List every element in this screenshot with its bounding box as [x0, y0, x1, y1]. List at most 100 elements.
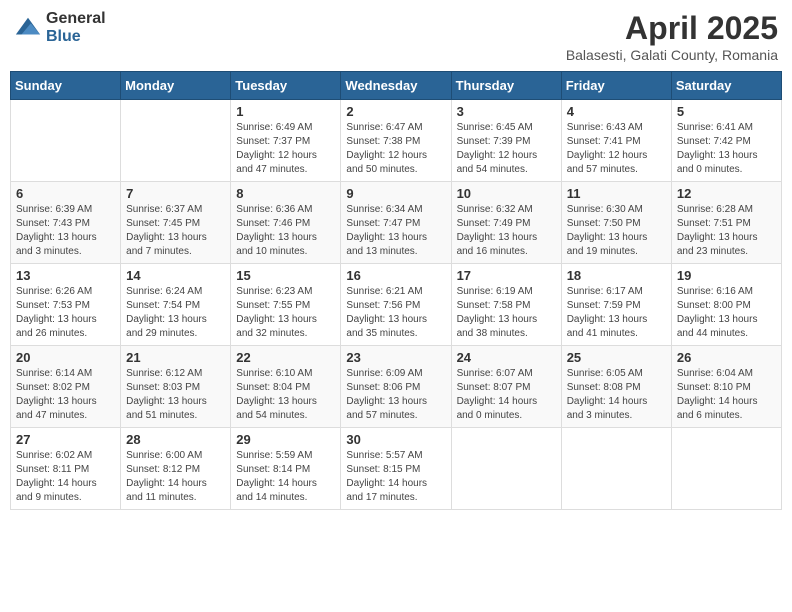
calendar-cell: 24 Sunrise: 6:07 AM Sunset: 8:07 PM Dayli… — [451, 346, 561, 428]
calendar-cell: 3 Sunrise: 6:45 AM Sunset: 7:39 PM Daylig… — [451, 100, 561, 182]
day-info: Sunrise: 6:36 AM Sunset: 7:46 PM Dayligh… — [236, 203, 335, 259]
logo: General Blue — [14, 10, 106, 45]
day-number: 9 — [346, 186, 445, 201]
calendar-cell: 23 Sunrise: 6:09 AM Sunset: 8:06 PM Dayli… — [341, 346, 451, 428]
day-number: 26 — [677, 350, 776, 365]
calendar-cell: 28Sunrise: 6:00 AM Sunset: 8:12 PM Dayli… — [121, 428, 231, 510]
header: General Blue April 2025 Balasesti, Galat… — [10, 10, 782, 63]
calendar-cell: 1 Sunrise: 6:49 AM Sunset: 7:37 PM Daylig… — [231, 100, 341, 182]
calendar-cell: 4 Sunrise: 6:43 AM Sunset: 7:41 PM Daylig… — [561, 100, 671, 182]
day-info: Sunrise: 5:59 AM Sunset: 8:14 PM Dayligh… — [236, 449, 335, 505]
weekday-header-tuesday: Tuesday — [231, 72, 341, 100]
day-number: 13 — [16, 268, 115, 283]
title-area: April 2025 Balasesti, Galati County, Rom… — [566, 10, 778, 63]
day-info: Sunrise: 5:57 AM Sunset: 8:15 PM Dayligh… — [346, 449, 445, 505]
logo-general-text: General — [46, 10, 106, 28]
logo-icon — [14, 14, 42, 42]
calendar-cell: 2Sunrise: 6:47 AM Sunset: 7:38 PM Daylig… — [341, 100, 451, 182]
calendar-cell — [451, 428, 561, 510]
calendar-cell: 7 Sunrise: 6:37 AM Sunset: 7:45 PM Daylig… — [121, 182, 231, 264]
calendar-cell: 9 Sunrise: 6:34 AM Sunset: 7:47 PM Daylig… — [341, 182, 451, 264]
calendar-cell: 29 Sunrise: 5:59 AM Sunset: 8:14 PM Dayli… — [231, 428, 341, 510]
calendar-cell: 10 Sunrise: 6:32 AM Sunset: 7:49 PM Dayli… — [451, 182, 561, 264]
calendar-cell: 16Sunrise: 6:21 AM Sunset: 7:56 PM Dayli… — [341, 264, 451, 346]
day-number: 29 — [236, 432, 335, 447]
day-number: 21 — [126, 350, 225, 365]
day-number: 24 — [457, 350, 556, 365]
day-number: 28 — [126, 432, 225, 447]
day-info: Sunrise: 6:07 AM Sunset: 8:07 PM Dayligh… — [457, 367, 556, 423]
day-number: 17 — [457, 268, 556, 283]
calendar-cell: 15 Sunrise: 6:23 AM Sunset: 7:55 PM Dayli… — [231, 264, 341, 346]
day-info: Sunrise: 6:05 AM Sunset: 8:08 PM Dayligh… — [567, 367, 666, 423]
calendar-cell: 21 Sunrise: 6:12 AM Sunset: 8:03 PM Dayli… — [121, 346, 231, 428]
day-info: Sunrise: 6:09 AM Sunset: 8:06 PM Dayligh… — [346, 367, 445, 423]
weekday-header-monday: Monday — [121, 72, 231, 100]
calendar-cell — [671, 428, 781, 510]
day-info: Sunrise: 6:21 AM Sunset: 7:56 PM Dayligh… — [346, 285, 445, 341]
day-number: 30 — [346, 432, 445, 447]
day-number: 23 — [346, 350, 445, 365]
calendar-cell: 26 Sunrise: 6:04 AM Sunset: 8:10 PM Dayli… — [671, 346, 781, 428]
day-info: Sunrise: 6:16 AM Sunset: 8:00 PM Dayligh… — [677, 285, 776, 341]
calendar-cell: 8 Sunrise: 6:36 AM Sunset: 7:46 PM Daylig… — [231, 182, 341, 264]
weekday-header-thursday: Thursday — [451, 72, 561, 100]
calendar-cell: 6 Sunrise: 6:39 AM Sunset: 7:43 PM Daylig… — [11, 182, 121, 264]
calendar-cell: 12Sunrise: 6:28 AM Sunset: 7:51 PM Dayli… — [671, 182, 781, 264]
day-number: 12 — [677, 186, 776, 201]
month-title: April 2025 — [566, 10, 778, 47]
day-info: Sunrise: 6:12 AM Sunset: 8:03 PM Dayligh… — [126, 367, 225, 423]
day-info: Sunrise: 6:02 AM Sunset: 8:11 PM Dayligh… — [16, 449, 115, 505]
day-info: Sunrise: 6:45 AM Sunset: 7:39 PM Dayligh… — [457, 121, 556, 177]
day-number: 1 — [236, 104, 335, 119]
calendar-cell: 20 Sunrise: 6:14 AM Sunset: 8:02 PM Dayli… — [11, 346, 121, 428]
calendar-cell — [11, 100, 121, 182]
calendar-cell — [561, 428, 671, 510]
day-info: Sunrise: 6:43 AM Sunset: 7:41 PM Dayligh… — [567, 121, 666, 177]
day-info: Sunrise: 6:39 AM Sunset: 7:43 PM Dayligh… — [16, 203, 115, 259]
day-number: 27 — [16, 432, 115, 447]
calendar-cell: 25Sunrise: 6:05 AM Sunset: 8:08 PM Dayli… — [561, 346, 671, 428]
day-number: 18 — [567, 268, 666, 283]
day-info: Sunrise: 6:34 AM Sunset: 7:47 PM Dayligh… — [346, 203, 445, 259]
calendar-table: SundayMondayTuesdayWednesdayThursdayFrid… — [10, 71, 782, 510]
weekday-header-friday: Friday — [561, 72, 671, 100]
day-number: 15 — [236, 268, 335, 283]
day-number: 20 — [16, 350, 115, 365]
day-info: Sunrise: 6:04 AM Sunset: 8:10 PM Dayligh… — [677, 367, 776, 423]
calendar-cell: 22Sunrise: 6:10 AM Sunset: 8:04 PM Dayli… — [231, 346, 341, 428]
calendar-cell: 11Sunrise: 6:30 AM Sunset: 7:50 PM Dayli… — [561, 182, 671, 264]
day-info: Sunrise: 6:23 AM Sunset: 7:55 PM Dayligh… — [236, 285, 335, 341]
calendar-cell: 14Sunrise: 6:24 AM Sunset: 7:54 PM Dayli… — [121, 264, 231, 346]
day-info: Sunrise: 6:19 AM Sunset: 7:58 PM Dayligh… — [457, 285, 556, 341]
day-number: 10 — [457, 186, 556, 201]
weekday-header-wednesday: Wednesday — [341, 72, 451, 100]
day-info: Sunrise: 6:49 AM Sunset: 7:37 PM Dayligh… — [236, 121, 335, 177]
day-number: 8 — [236, 186, 335, 201]
calendar-week-row: 20 Sunrise: 6:14 AM Sunset: 8:02 PM Dayli… — [11, 346, 782, 428]
calendar-cell — [121, 100, 231, 182]
day-info: Sunrise: 6:37 AM Sunset: 7:45 PM Dayligh… — [126, 203, 225, 259]
weekday-header-saturday: Saturday — [671, 72, 781, 100]
logo-blue-text: Blue — [46, 28, 106, 46]
day-number: 7 — [126, 186, 225, 201]
calendar-cell: 18Sunrise: 6:17 AM Sunset: 7:59 PM Dayli… — [561, 264, 671, 346]
day-number: 3 — [457, 104, 556, 119]
calendar-cell: 5Sunrise: 6:41 AM Sunset: 7:42 PM Daylig… — [671, 100, 781, 182]
day-number: 11 — [567, 186, 666, 201]
day-number: 4 — [567, 104, 666, 119]
day-info: Sunrise: 6:47 AM Sunset: 7:38 PM Dayligh… — [346, 121, 445, 177]
weekday-header-sunday: Sunday — [11, 72, 121, 100]
calendar-week-row: 13Sunrise: 6:26 AM Sunset: 7:53 PM Dayli… — [11, 264, 782, 346]
day-info: Sunrise: 6:24 AM Sunset: 7:54 PM Dayligh… — [126, 285, 225, 341]
calendar-cell: 17 Sunrise: 6:19 AM Sunset: 7:58 PM Dayli… — [451, 264, 561, 346]
day-info: Sunrise: 6:10 AM Sunset: 8:04 PM Dayligh… — [236, 367, 335, 423]
day-info: Sunrise: 6:14 AM Sunset: 8:02 PM Dayligh… — [16, 367, 115, 423]
calendar-week-row: 1 Sunrise: 6:49 AM Sunset: 7:37 PM Daylig… — [11, 100, 782, 182]
day-number: 6 — [16, 186, 115, 201]
calendar-week-row: 27 Sunrise: 6:02 AM Sunset: 8:11 PM Dayli… — [11, 428, 782, 510]
calendar-cell: 30 Sunrise: 5:57 AM Sunset: 8:15 PM Dayli… — [341, 428, 451, 510]
calendar-cell: 27 Sunrise: 6:02 AM Sunset: 8:11 PM Dayli… — [11, 428, 121, 510]
day-info: Sunrise: 6:41 AM Sunset: 7:42 PM Dayligh… — [677, 121, 776, 177]
day-info: Sunrise: 6:32 AM Sunset: 7:49 PM Dayligh… — [457, 203, 556, 259]
